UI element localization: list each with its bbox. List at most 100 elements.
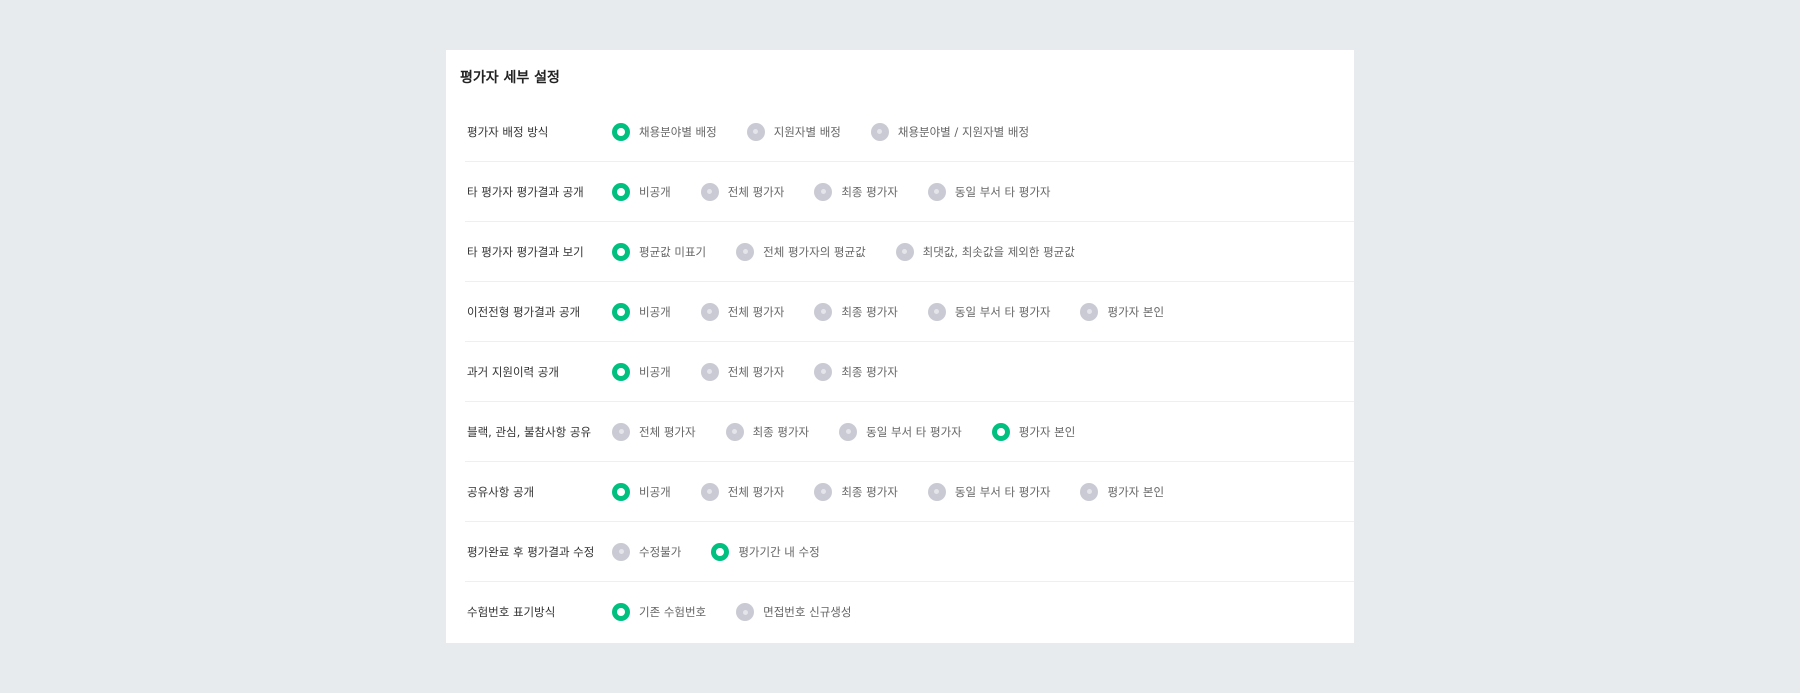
radio-option[interactable]: 최종 평가자 bbox=[725, 422, 810, 441]
radio-unchecked-icon[interactable] bbox=[1080, 302, 1099, 321]
radio-option-label: 비공개 bbox=[639, 484, 671, 499]
radio-option[interactable]: 동일 부서 타 평가자 bbox=[927, 182, 1050, 201]
radio-option-label: 동일 부서 타 평가자 bbox=[954, 304, 1051, 319]
radio-option[interactable]: 평가자 본인 bbox=[1080, 302, 1164, 321]
radio-unchecked-icon[interactable] bbox=[1080, 482, 1099, 501]
radio-unchecked-icon[interactable] bbox=[700, 302, 719, 321]
radio-unchecked-icon[interactable] bbox=[895, 242, 914, 261]
radio-option[interactable]: 평가자 본인 bbox=[991, 422, 1076, 441]
radio-option[interactable]: 수정불가 bbox=[612, 542, 682, 561]
radio-option[interactable]: 지원자별 배정 bbox=[746, 122, 841, 141]
radio-unchecked-icon[interactable] bbox=[814, 482, 833, 501]
radio-option[interactable]: 비공개 bbox=[612, 302, 671, 321]
radio-option[interactable]: 동일 부서 타 평가자 bbox=[927, 482, 1050, 501]
radio-option[interactable]: 채용분야별 배정 bbox=[612, 122, 717, 141]
radio-option-label: 채용분야별 배정 bbox=[639, 124, 717, 139]
radio-option-label: 평가자 본인 bbox=[1018, 424, 1076, 439]
radio-option-label: 전체 평가자 bbox=[639, 424, 696, 439]
radio-unchecked-icon[interactable] bbox=[870, 122, 889, 141]
setting-label: 타 평가자 평가결과 보기 bbox=[467, 244, 584, 259]
radio-unchecked-icon[interactable] bbox=[839, 422, 858, 441]
setting-row: 수험번호 표기방식 기존 수험번호 면접번호 신규생성 bbox=[465, 582, 1354, 642]
radio-option[interactable]: 최종 평가자 bbox=[814, 182, 898, 201]
radio-option-label: 수정불가 bbox=[639, 544, 682, 559]
radio-option[interactable]: 최종 평가자 bbox=[814, 482, 898, 501]
radio-option-label: 면접번호 신규생성 bbox=[763, 605, 852, 619]
radio-unchecked-icon[interactable] bbox=[725, 422, 744, 441]
setting-label: 공유사항 공개 bbox=[467, 484, 535, 499]
radio-option-label: 채용분야별 / 지원자별 배정 bbox=[897, 124, 1030, 139]
radio-unchecked-icon[interactable] bbox=[927, 182, 946, 201]
radio-unchecked-icon[interactable] bbox=[736, 242, 755, 261]
radio-option[interactable]: 전체 평가자 bbox=[700, 302, 784, 321]
radio-option[interactable]: 채용분야별 / 지원자별 배정 bbox=[870, 122, 1030, 141]
radio-option[interactable]: 전체 평가자 bbox=[612, 422, 696, 441]
radio-option-label: 지원자별 배정 bbox=[773, 124, 841, 139]
radio-checked-icon[interactable] bbox=[612, 122, 630, 141]
radio-option[interactable]: 전체 평가자 bbox=[700, 362, 784, 381]
setting-label: 이전전형 평가결과 공개 bbox=[467, 304, 581, 319]
radio-unchecked-icon[interactable] bbox=[927, 302, 946, 321]
setting-label: 타 평가자 평가결과 공개 bbox=[467, 184, 584, 199]
radio-option-label: 최종 평가자 bbox=[841, 304, 898, 319]
radio-option-label: 최종 평가자 bbox=[752, 424, 810, 439]
radio-option-label: 기존 수험번호 bbox=[639, 605, 707, 619]
radio-checked-icon[interactable] bbox=[612, 362, 630, 381]
radio-checked-icon[interactable] bbox=[711, 542, 730, 561]
radio-unchecked-icon[interactable] bbox=[612, 542, 630, 561]
radio-checked-icon[interactable] bbox=[612, 182, 630, 201]
radio-unchecked-icon[interactable] bbox=[927, 482, 946, 501]
radio-option[interactable]: 최종 평가자 bbox=[814, 302, 898, 321]
radio-option[interactable]: 평가기간 내 수정 bbox=[711, 542, 820, 561]
radio-option-label: 최종 평가자 bbox=[841, 184, 898, 199]
radio-option[interactable]: 전체 평가자 bbox=[700, 182, 784, 201]
radio-option-label: 비공개 bbox=[639, 304, 671, 319]
radio-checked-icon[interactable] bbox=[612, 482, 630, 501]
radio-option-label: 비공개 bbox=[639, 364, 671, 379]
radio-option[interactable]: 최종 평가자 bbox=[814, 362, 898, 381]
radio-option-label: 전체 평가자의 평균값 bbox=[763, 244, 866, 259]
radio-option-label: 전체 평가자 bbox=[727, 484, 785, 499]
radio-checked-icon[interactable] bbox=[612, 603, 630, 621]
radio-checked-icon[interactable] bbox=[612, 242, 630, 261]
radio-unchecked-icon[interactable] bbox=[700, 482, 719, 501]
section-title: 평가자 세부 설정 bbox=[460, 70, 560, 86]
radio-group: 비공개 전체 평가자 최종 평가자 동일 부서 타 평가자 평가자 본인 bbox=[612, 302, 1194, 321]
radio-option-label: 최종 평가자 bbox=[841, 484, 898, 499]
setting-row: 이전전형 평가결과 공개 비공개 전체 평가자 최종 평가자 동일 부서 타 평가자 평가… bbox=[465, 282, 1354, 342]
radio-option[interactable]: 최댓값, 최솟값을 제외한 평균값 bbox=[895, 242, 1075, 261]
setting-row: 타 평가자 평가결과 공개 비공개 전체 평가자 최종 평가자 동일 부서 타 평가자 bbox=[465, 162, 1354, 222]
radio-unchecked-icon[interactable] bbox=[746, 122, 765, 141]
radio-option[interactable]: 전체 평가자의 평균값 bbox=[736, 242, 866, 261]
setting-row: 평가완료 후 평가결과 수정 수정불가 평가기간 내 수정 bbox=[465, 522, 1354, 582]
radio-option[interactable]: 기존 수험번호 bbox=[612, 603, 706, 621]
radio-group: 채용분야별 배정 지원자별 배정 채용분야별 / 지원자별 배정 bbox=[612, 122, 1059, 141]
radio-option[interactable]: 평균값 미표기 bbox=[612, 242, 706, 261]
radio-group: 전체 평가자 최종 평가자 동일 부서 타 평가자 평가자 본인 bbox=[612, 422, 1105, 441]
setting-row: 타 평가자 평가결과 보기 평균값 미표기 전체 평가자의 평균값 최댓값, 최솟값을… bbox=[465, 222, 1354, 282]
radio-option[interactable]: 평가자 본인 bbox=[1080, 482, 1164, 501]
radio-unchecked-icon[interactable] bbox=[612, 422, 630, 441]
radio-group: 비공개 전체 평가자 최종 평가자 동일 부서 타 평가자 평가자 본인 bbox=[612, 482, 1194, 501]
radio-checked-icon[interactable] bbox=[612, 302, 630, 321]
radio-unchecked-icon[interactable] bbox=[700, 182, 719, 201]
radio-option[interactable]: 비공개 bbox=[612, 182, 671, 201]
radio-option[interactable]: 동일 부서 타 평가자 bbox=[927, 302, 1051, 321]
radio-group: 수정불가 평가기간 내 수정 bbox=[612, 542, 850, 561]
radio-unchecked-icon[interactable] bbox=[814, 302, 833, 321]
radio-option[interactable]: 동일 부서 타 평가자 bbox=[839, 422, 962, 441]
radio-group: 비공개 전체 평가자 최종 평가자 동일 부서 타 평가자 bbox=[612, 182, 1080, 201]
radio-option[interactable]: 전체 평가자 bbox=[700, 482, 785, 501]
radio-unchecked-icon[interactable] bbox=[814, 362, 833, 381]
radio-unchecked-icon[interactable] bbox=[814, 182, 833, 201]
radio-option[interactable]: 면접번호 신규생성 bbox=[736, 603, 851, 621]
radio-option[interactable]: 비공개 bbox=[612, 482, 671, 501]
radio-checked-icon[interactable] bbox=[991, 422, 1010, 441]
radio-option-label: 동일 부서 타 평가자 bbox=[866, 424, 962, 439]
settings-list: 평가자 배정 방식 채용분야별 배정 지원자별 배정 채용분야별 / 지원자별 배정 타… bbox=[465, 102, 1354, 642]
setting-row: 공유사항 공개 비공개 전체 평가자 최종 평가자 동일 부서 타 평가자 평가자 본인 bbox=[465, 462, 1354, 522]
radio-unchecked-icon[interactable] bbox=[736, 603, 755, 621]
radio-option[interactable]: 비공개 bbox=[612, 362, 671, 381]
setting-label: 평가완료 후 평가결과 수정 bbox=[467, 544, 595, 559]
radio-unchecked-icon[interactable] bbox=[700, 362, 719, 381]
